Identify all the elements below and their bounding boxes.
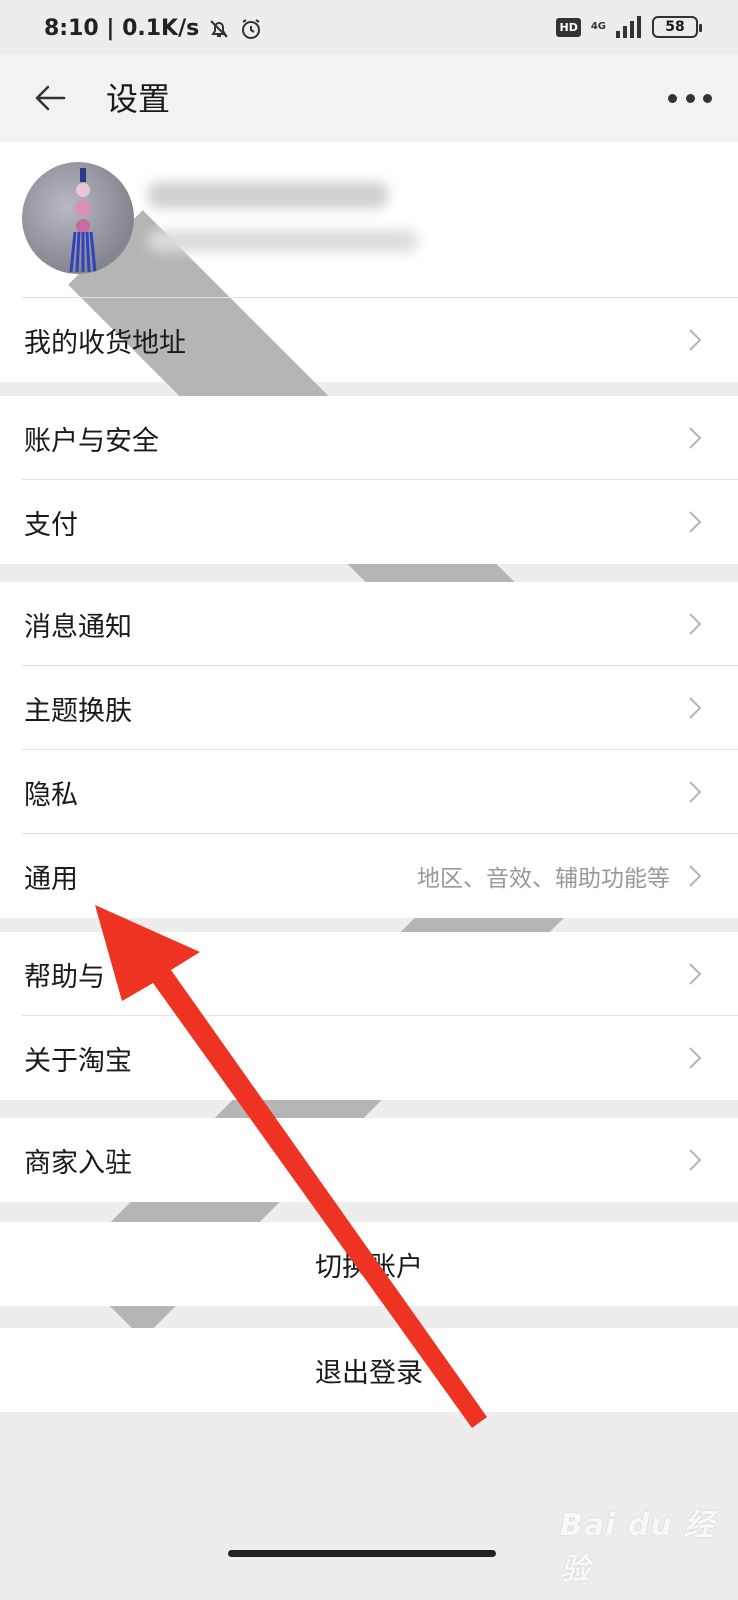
- more-dot: [685, 93, 695, 103]
- nav-bar: 设置: [0, 54, 738, 142]
- battery-indicator: 58: [652, 16, 702, 38]
- avatar: [22, 162, 134, 274]
- network-label: 4G: [590, 21, 606, 32]
- mute-icon: [210, 19, 228, 38]
- privacy-label: 隐私: [24, 779, 78, 811]
- blurred-username: [148, 182, 388, 208]
- baidu-watermark: Bai du 经验: [560, 1508, 716, 1587]
- address-label: 我的收货地址: [24, 327, 186, 359]
- chevron-right-icon: [689, 1047, 702, 1069]
- profile-row[interactable]: [0, 142, 738, 1339]
- more-dot: [668, 93, 677, 103]
- general-hint: 地区、音效、辅助功能等: [417, 866, 670, 892]
- signal-icon: [616, 16, 641, 38]
- help-row[interactable]: 帮助与: [0, 932, 738, 1016]
- merchant-row[interactable]: 商家入驻: [0, 1118, 738, 1202]
- chevron-right-icon: [689, 329, 702, 351]
- general-row[interactable]: 通用 地区、音效、辅助功能等: [0, 834, 738, 918]
- about-row[interactable]: 关于淘宝: [0, 1016, 738, 1100]
- avatar-tassel-image: [69, 168, 97, 272]
- account-card: 账户与安全 支付: [0, 396, 738, 564]
- home-indicator: [228, 1550, 496, 1557]
- chevron-right-icon: [689, 697, 702, 719]
- alarm-icon: [242, 18, 261, 39]
- status-left: 8:10 | 0.1K/s: [44, 16, 263, 41]
- address-row[interactable]: 我的收货地址: [0, 298, 738, 382]
- about-label: 关于淘宝: [24, 1045, 132, 1077]
- general-label: 通用: [24, 863, 78, 895]
- status-time-speed: 8:10 | 0.1K/s: [44, 16, 200, 41]
- back-arrow-icon: [35, 85, 66, 111]
- more-button[interactable]: [668, 80, 712, 116]
- merchant-label: 商家入驻: [24, 1147, 132, 1179]
- page-title: 设置: [106, 80, 171, 118]
- switch-account-card: 切换账户: [0, 1222, 738, 1306]
- chevron-right-icon: [689, 963, 702, 985]
- theme-label: 主题换肤: [24, 695, 132, 727]
- notifications-row[interactable]: 消息通知: [0, 582, 738, 666]
- hd-badge: HD: [556, 17, 581, 37]
- help-label: 帮助与: [24, 961, 105, 993]
- account-security-row[interactable]: 账户与安全: [0, 396, 738, 480]
- help-card: 帮助与 关于淘宝: [0, 932, 738, 1100]
- status-right: HD 4G 58: [556, 16, 702, 38]
- payment-row[interactable]: 支付: [0, 480, 738, 564]
- chevron-right-icon: [689, 1149, 702, 1171]
- logout-button[interactable]: 退出登录: [0, 1328, 738, 1412]
- chevron-right-icon: [689, 781, 702, 803]
- blurred-account-info: [148, 230, 418, 252]
- status-bar: 8:10 | 0.1K/s HD 4G 58: [0, 0, 738, 54]
- theme-row[interactable]: 主题换肤: [0, 666, 738, 750]
- more-dot: [703, 93, 712, 103]
- switch-account-button[interactable]: 切换账户: [0, 1222, 738, 1306]
- chevron-right-icon: [689, 613, 702, 635]
- logout-card: 退出登录: [0, 1328, 738, 1412]
- payment-label: 支付: [24, 509, 78, 541]
- chevron-right-icon: [689, 865, 702, 887]
- profile-card: 我的收货地址: [0, 142, 738, 1339]
- back-button[interactable]: [30, 78, 70, 118]
- chevron-right-icon: [689, 511, 702, 533]
- preferences-card: 消息通知 主题换肤 隐私 通用 地区、音效、辅助功能等: [0, 582, 738, 918]
- notifications-label: 消息通知: [24, 611, 132, 643]
- merchant-card: 商家入驻: [0, 1118, 738, 1202]
- privacy-row[interactable]: 隐私: [0, 750, 738, 834]
- chevron-right-icon: [689, 427, 702, 449]
- account-security-label: 账户与安全: [24, 425, 159, 457]
